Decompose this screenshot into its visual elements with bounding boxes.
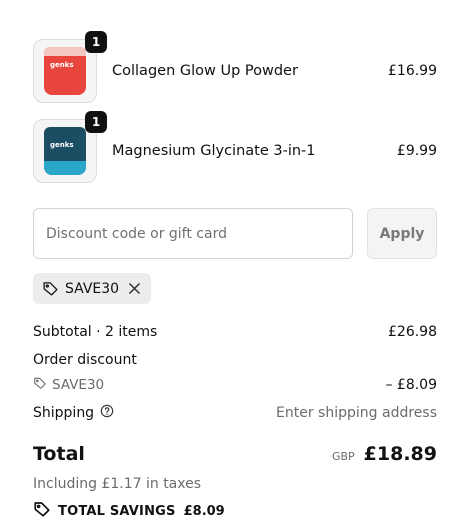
close-icon[interactable] [128,282,141,295]
subtotal-value: £26.98 [388,324,437,340]
order-discount-label: Order discount [33,352,137,368]
tag-icon [42,280,59,297]
discount-code-input[interactable] [33,208,353,259]
product-name: Magnesium Glycinate 3-in-1 [112,143,316,159]
magnesium-pack-image: genks [44,127,86,175]
shipping-label: Shipping [33,405,95,421]
savings-label: TOTAL SAVINGS [58,503,176,519]
product-name: Collagen Glow Up Powder [112,63,298,79]
taxes-row: Including £1.17 in taxes [33,476,437,492]
discount-code-text: SAVE30 [52,377,105,393]
subtotal-row: Subtotal · 2 items £26.98 [33,324,437,340]
cart-line-item: genks 1 Magnesium Glycinate 3-in-1 £9.99 [33,111,437,184]
pack-brand-text: genks [50,141,74,149]
total-value: £18.89 [363,443,437,465]
product-thumbnail: genks 1 [33,111,107,183]
taxes-note: Including £1.17 in taxes [33,476,202,492]
subtotal-label: Subtotal · 2 items [33,324,158,340]
quantity-badge: 1 [85,31,107,53]
shipping-value: Enter shipping address [276,405,437,421]
product-price: £9.99 [396,143,437,159]
discount-detail-row: SAVE30 – £8.09 [33,376,437,394]
tag-icon [33,376,47,394]
discount-value: – £8.09 [385,377,437,393]
applied-discount-chip: SAVE30 [33,273,152,304]
collagen-pack-image: genks [44,47,86,95]
total-row: Total GBP £18.89 [33,443,437,465]
total-amount-group: GBP £18.89 [332,443,437,465]
total-savings: TOTAL SAVINGS £8.09 [33,500,225,522]
pack-brand-text: genks [50,61,74,69]
discount-code-summary: SAVE30 [33,376,104,394]
product-price: £16.99 [388,63,437,79]
shipping-label-group: Shipping [33,404,114,422]
shipping-row: Shipping Enter shipping address [33,404,437,422]
quantity-badge: 1 [85,111,107,133]
help-icon[interactable] [100,404,114,422]
total-label: Total [33,443,85,465]
discount-form: Apply [33,208,437,259]
order-discount-row: Order discount [33,352,437,368]
applied-discount-code: SAVE30 [65,280,120,297]
product-thumbnail: genks 1 [33,31,107,103]
tag-icon [33,500,51,522]
savings-value: £8.09 [183,503,225,519]
currency-code: GBP [331,450,355,463]
cart-line-item: genks 1 Collagen Glow Up Powder £16.99 [33,31,437,104]
apply-discount-button[interactable]: Apply [367,208,437,259]
